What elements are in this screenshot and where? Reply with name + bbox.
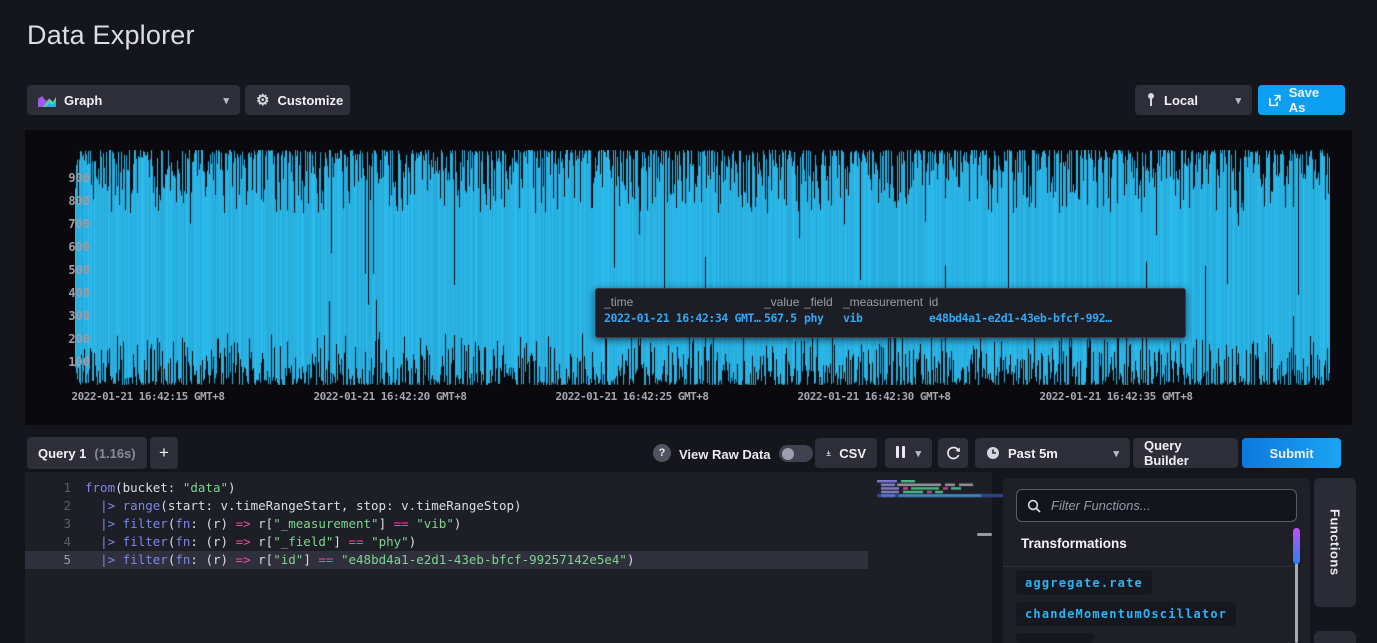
tooltip-field-value: e48bd4a1-e2d1-43eb-bfcf-992… [929, 311, 1179, 325]
gear-icon: ⚙ [256, 91, 269, 109]
tooltip-field-value: phy [804, 311, 843, 325]
x-tick-label: 2022-01-21 16:42:35 GMT+8 [1039, 390, 1192, 403]
time-range-label: Past 5m [1008, 446, 1058, 461]
time-range-dropdown[interactable]: Past 5m ▾ [975, 438, 1130, 468]
tooltip-field-label: _time [604, 295, 764, 309]
code-line[interactable]: from(bucket: "data") [85, 479, 236, 497]
code-line[interactable]: |> filter(fn: (r) => r["_measurement"] =… [85, 515, 461, 533]
code-line[interactable]: |> filter(fn: (r) => r["_field"] == "phy… [85, 533, 416, 551]
tab-partial[interactable] [1314, 631, 1356, 643]
tooltip-field-value: vib [843, 311, 929, 325]
y-tick-label: 800 [68, 194, 90, 208]
filter-functions-searchbox[interactable] [1016, 489, 1297, 522]
line-number: 3 [25, 515, 71, 533]
y-tick-label: 100 [68, 355, 90, 369]
line-number: 5 [25, 551, 71, 569]
x-tick-label: 2022-01-21 16:42:25 GMT+8 [555, 390, 708, 403]
flux-code-editor[interactable]: 1 from(bucket: "data") 2 |> range(start: v… [25, 472, 992, 643]
refresh-button[interactable] [938, 438, 968, 468]
customize-button[interactable]: ⚙ Customize [245, 85, 350, 115]
area-graph-icon [38, 94, 56, 107]
view-raw-data-label: View Raw Data [679, 447, 771, 462]
visualization-type-label: Graph [64, 93, 102, 108]
time-series-chart[interactable] [75, 150, 1330, 385]
visualization-type-dropdown[interactable]: Graph ▾ [27, 85, 240, 115]
y-tick-label: 900 [68, 171, 90, 185]
code-line[interactable]: |> filter(fn: (r) => r["id"] == "e48bd4a… [85, 551, 634, 569]
y-tick-label: 500 [68, 263, 90, 277]
pause-icon [896, 446, 905, 461]
pane-resize-handle[interactable] [977, 533, 992, 536]
save-as-button[interactable]: Save As [1258, 85, 1345, 115]
y-tick-label: 400 [68, 286, 90, 300]
data-explorer-page: Data Explorer Graph ▾ ⚙ Customize Local … [0, 0, 1377, 643]
tooltip-field: _measurementvib [843, 295, 929, 337]
plus-icon: + [159, 443, 169, 463]
local-label: Local [1164, 93, 1198, 108]
query-tab-name: Query 1 [38, 446, 86, 461]
page-title: Data Explorer [27, 20, 195, 51]
functions-scrollbar-thumb[interactable] [1293, 528, 1300, 564]
save-as-label: Save As [1289, 85, 1334, 115]
line-number: 4 [25, 533, 71, 551]
tooltip-field-label: _measurement [843, 295, 929, 309]
functions-section-title: Transformations [1021, 536, 1127, 551]
graph-panel: 100 200 300 400 500 600 700 800 900 2022-01-21 1… [25, 130, 1352, 425]
divider [1003, 566, 1296, 567]
filter-functions-input[interactable] [1049, 497, 1286, 514]
tab-functions[interactable]: Functions [1314, 478, 1356, 607]
pin-icon [1146, 93, 1156, 107]
functions-panel: Transformations aggregate.rate chandeMome… [1003, 478, 1310, 643]
tooltip-field: _fieldphy [804, 295, 843, 337]
view-raw-data-toggle[interactable] [779, 445, 813, 462]
customize-label: Customize [277, 93, 343, 108]
function-item-chandeMomentumOscillator[interactable]: chandeMomentumOscillator [1016, 602, 1236, 626]
query-builder-button[interactable]: Query Builder [1133, 438, 1238, 468]
chevron-down-icon: ▾ [1235, 94, 1241, 107]
chevron-down-icon: ▾ [223, 94, 229, 107]
tooltip-field: _value 567.5 [764, 295, 804, 337]
tooltip-field-label: _value [764, 295, 804, 309]
local-dropdown[interactable]: Local ▾ [1135, 85, 1252, 115]
chevron-down-icon: ▾ [915, 447, 921, 460]
export-icon [1269, 94, 1281, 107]
y-tick-label: 200 [68, 332, 90, 346]
tooltip-field: id e48bd4a1-e2d1-43eb-bfcf-992… [929, 295, 1179, 337]
y-tick-label: 300 [68, 309, 90, 323]
tooltip-field-label: id [929, 295, 1179, 309]
chevron-down-icon: ▾ [1113, 447, 1119, 460]
editor-minimap[interactable] [877, 480, 1007, 498]
download-icon [826, 446, 831, 460]
tooltip-field-label: _field [804, 295, 843, 309]
tooltip-field: _time 2022-01-21 16:42:34 GMT+8 [604, 295, 764, 337]
tooltip-field-value: 567.5 [764, 311, 804, 325]
y-tick-label: 700 [68, 217, 90, 231]
line-number: 1 [25, 479, 71, 497]
help-icon[interactable]: ? [653, 444, 671, 462]
toggle-knob [782, 448, 794, 460]
chart-tooltip: _time 2022-01-21 16:42:34 GMT+8_value 567.… [595, 288, 1186, 338]
pause-button[interactable]: ▾ [885, 438, 932, 468]
query-duration: (1.16s) [94, 446, 135, 461]
line-number: 2 [25, 497, 71, 515]
y-tick-label: 600 [68, 240, 90, 254]
csv-download-button[interactable]: CSV [815, 438, 877, 468]
x-tick-label: 2022-01-21 16:42:30 GMT+8 [797, 390, 950, 403]
x-tick-label: 2022-01-21 16:42:15 GMT+8 [71, 390, 224, 403]
clock-icon [986, 446, 1000, 460]
query-tab[interactable]: Query 1 (1.16s) [27, 437, 147, 469]
x-tick-label: 2022-01-21 16:42:20 GMT+8 [313, 390, 466, 403]
tooltip-field-value: 2022-01-21 16:42:34 GMT+8 [604, 311, 764, 325]
function-item-aggregate.rate[interactable]: aggregate.rate [1016, 571, 1152, 595]
function-item-partial[interactable] [1016, 633, 1094, 643]
search-icon [1027, 499, 1041, 513]
csv-label: CSV [839, 446, 866, 461]
refresh-icon [946, 446, 961, 461]
add-query-button[interactable]: + [150, 437, 178, 469]
code-line[interactable]: |> range(start: v.timeRangeStart, stop: … [85, 497, 522, 515]
submit-button[interactable]: Submit [1242, 438, 1341, 468]
